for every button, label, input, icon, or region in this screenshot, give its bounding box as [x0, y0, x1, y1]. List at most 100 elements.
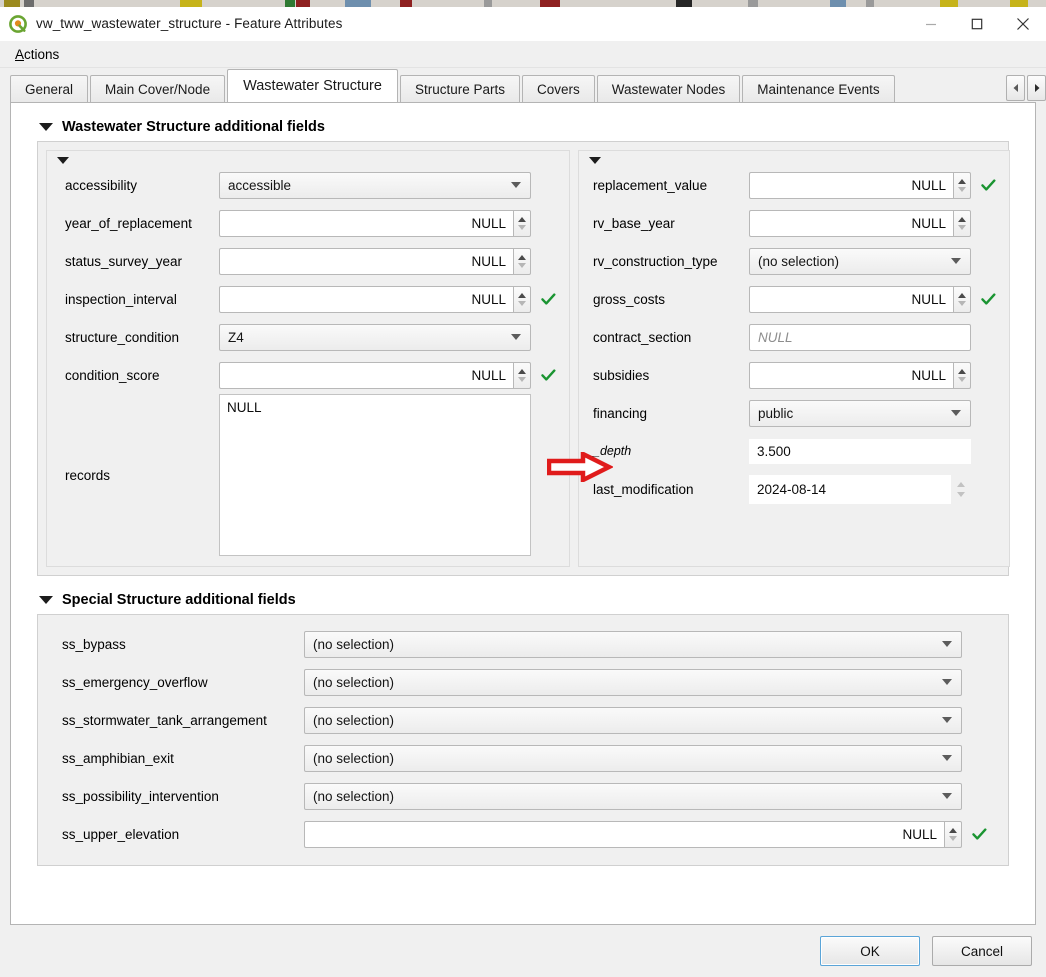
spinbox-gross-costs-value[interactable]: NULL [749, 285, 953, 313]
spin-down-icon[interactable] [518, 262, 526, 268]
group-header-wastewater-structure[interactable]: Wastewater Structure additional fields [39, 119, 1023, 135]
spin-up-icon[interactable] [518, 292, 526, 298]
spinbox-buttons[interactable] [944, 820, 962, 848]
tab-general[interactable]: General [10, 75, 89, 102]
valid-check-icon [537, 368, 559, 382]
spin-down-icon[interactable] [958, 300, 966, 306]
combo-ss-stormwater-tank-arrangement[interactable]: (no selection) [304, 706, 962, 734]
spinbox-year-of-replacement-value[interactable]: NULL [219, 209, 513, 237]
collapse-triangle-icon[interactable] [39, 123, 53, 131]
valid-check-icon [977, 292, 999, 306]
spinbox-buttons[interactable] [953, 361, 971, 389]
spin-up-icon[interactable] [958, 178, 966, 184]
spin-down-icon[interactable] [958, 186, 966, 192]
spin-down-icon[interactable] [958, 376, 966, 382]
field-row-accessibility: accessibility accessible [57, 166, 559, 204]
spinbox-status-survey-year-value[interactable]: NULL [219, 247, 513, 275]
collapse-triangle-icon[interactable] [39, 596, 53, 604]
right-column-collapse-icon[interactable] [589, 157, 601, 164]
spinbox-ss-upper-elevation[interactable]: NULL [304, 820, 962, 848]
spin-up-icon[interactable] [957, 481, 965, 487]
spinbox-status-survey-year[interactable]: NULL [219, 247, 531, 275]
minimize-button[interactable] [908, 7, 954, 40]
spin-down-icon[interactable] [518, 300, 526, 306]
spinbox-inspection-interval[interactable]: NULL [219, 285, 531, 313]
spin-down-icon[interactable] [518, 376, 526, 382]
combo-ss-emergency-overflow-value: (no selection) [313, 674, 395, 690]
spinbox-gross-costs[interactable]: NULL [749, 285, 971, 313]
field-row-rv-base-year: rv_base_year NULL [589, 204, 999, 242]
spinbox-buttons[interactable] [513, 361, 531, 389]
ok-button[interactable]: OK [820, 936, 920, 966]
spin-up-icon[interactable] [518, 216, 526, 222]
spin-up-icon[interactable] [518, 368, 526, 374]
textarea-records[interactable]: NULL [219, 394, 531, 556]
input-contract-section[interactable]: NULL [749, 323, 971, 351]
field-row-ss-bypass: ss_bypass (no selection) [48, 625, 994, 663]
combo-accessibility-value: accessible [228, 177, 292, 193]
spinbox-rv-base-year-value[interactable]: NULL [749, 209, 953, 237]
spinbox-replacement-value[interactable]: NULL [749, 171, 971, 199]
spinbox-buttons[interactable] [953, 285, 971, 313]
spinbox-condition-score[interactable]: NULL [219, 361, 531, 389]
window-title: vw_tww_wastewater_structure - Feature At… [36, 16, 343, 31]
spin-down-icon[interactable] [518, 224, 526, 230]
spinbox-buttons[interactable] [513, 285, 531, 313]
spin-down-icon[interactable] [949, 835, 957, 841]
cancel-button[interactable]: Cancel [932, 936, 1032, 966]
menu-item-actions[interactable]: Actions [10, 45, 64, 64]
combo-accessibility[interactable]: accessible [219, 171, 531, 199]
spinbox-buttons[interactable] [513, 247, 531, 275]
spinbox-inspection-interval-value[interactable]: NULL [219, 285, 513, 313]
tab-structure-parts[interactable]: Structure Parts [399, 75, 520, 102]
label-status-survey-year: status_survey_year [65, 253, 183, 269]
spinbox-replacement-value-value[interactable]: NULL [749, 171, 953, 199]
combo-ss-bypass[interactable]: (no selection) [304, 630, 962, 658]
spinbox-buttons[interactable] [953, 209, 971, 237]
spinbox-condition-score-value[interactable]: NULL [219, 361, 513, 389]
label-accessibility: accessibility [65, 177, 138, 193]
spin-up-icon[interactable] [958, 368, 966, 374]
spin-up-icon[interactable] [958, 292, 966, 298]
field-row-inspection-interval: inspection_interval NULL [57, 280, 559, 318]
datetime-last-modification[interactable]: 2024-08-14 [749, 474, 971, 504]
tab-wastewater-nodes[interactable]: Wastewater Nodes [596, 75, 741, 102]
field-row-financing: financing public [589, 394, 999, 432]
group-header-special-structure[interactable]: Special Structure additional fields [39, 592, 1023, 608]
spinbox-subsidies[interactable]: NULL [749, 361, 971, 389]
spin-up-icon[interactable] [518, 254, 526, 260]
spin-down-icon[interactable] [958, 224, 966, 230]
close-button[interactable] [1000, 7, 1046, 40]
tab-main-cover-node[interactable]: Main Cover/Node [90, 75, 226, 102]
tab-covers[interactable]: Covers [521, 75, 595, 102]
spinbox-buttons[interactable] [513, 209, 531, 237]
feature-attributes-dialog: vw_tww_wastewater_structure - Feature At… [0, 7, 1046, 977]
left-column-collapse-icon[interactable] [57, 157, 69, 164]
spin-up-icon[interactable] [949, 827, 957, 833]
spinbox-rv-base-year[interactable]: NULL [749, 209, 971, 237]
datetime-last-modification-value[interactable]: 2024-08-14 [749, 474, 951, 504]
chevron-down-icon [942, 641, 952, 647]
group-box-special-structure: ss_bypass (no selection) ss_emergency_ov… [37, 614, 1009, 866]
spinbox-year-of-replacement[interactable]: NULL [219, 209, 531, 237]
combo-ss-emergency-overflow[interactable]: (no selection) [304, 668, 962, 696]
spinbox-subsidies-value[interactable]: NULL [749, 361, 953, 389]
maximize-button[interactable] [954, 7, 1000, 40]
combo-structure-condition[interactable]: Z4 [219, 323, 531, 351]
input-contract-section-placeholder: NULL [758, 329, 793, 345]
attribute-form-scroll-area[interactable]: Wastewater Structure additional fields a… [10, 102, 1036, 925]
tab-maintenance-events[interactable]: Maintenance Events [742, 75, 895, 102]
combo-financing[interactable]: public [749, 399, 971, 427]
spin-down-icon[interactable] [957, 491, 965, 497]
tab-wastewater-structure[interactable]: Wastewater Structure [227, 69, 398, 102]
spinbox-buttons[interactable] [953, 171, 971, 199]
spinbox-ss-upper-elevation-value[interactable]: NULL [304, 820, 944, 848]
datetime-spin-buttons[interactable] [951, 474, 971, 504]
combo-ss-possibility-intervention[interactable]: (no selection) [304, 782, 962, 810]
label-contract-section: contract_section [593, 329, 692, 345]
combo-ss-amphibian-exit[interactable]: (no selection) [304, 744, 962, 772]
spin-up-icon[interactable] [958, 216, 966, 222]
tab-scroll-left-icon[interactable] [1006, 75, 1025, 101]
tab-scroll-right-icon[interactable] [1027, 75, 1046, 101]
combo-rv-construction-type[interactable]: (no selection) [749, 247, 971, 275]
